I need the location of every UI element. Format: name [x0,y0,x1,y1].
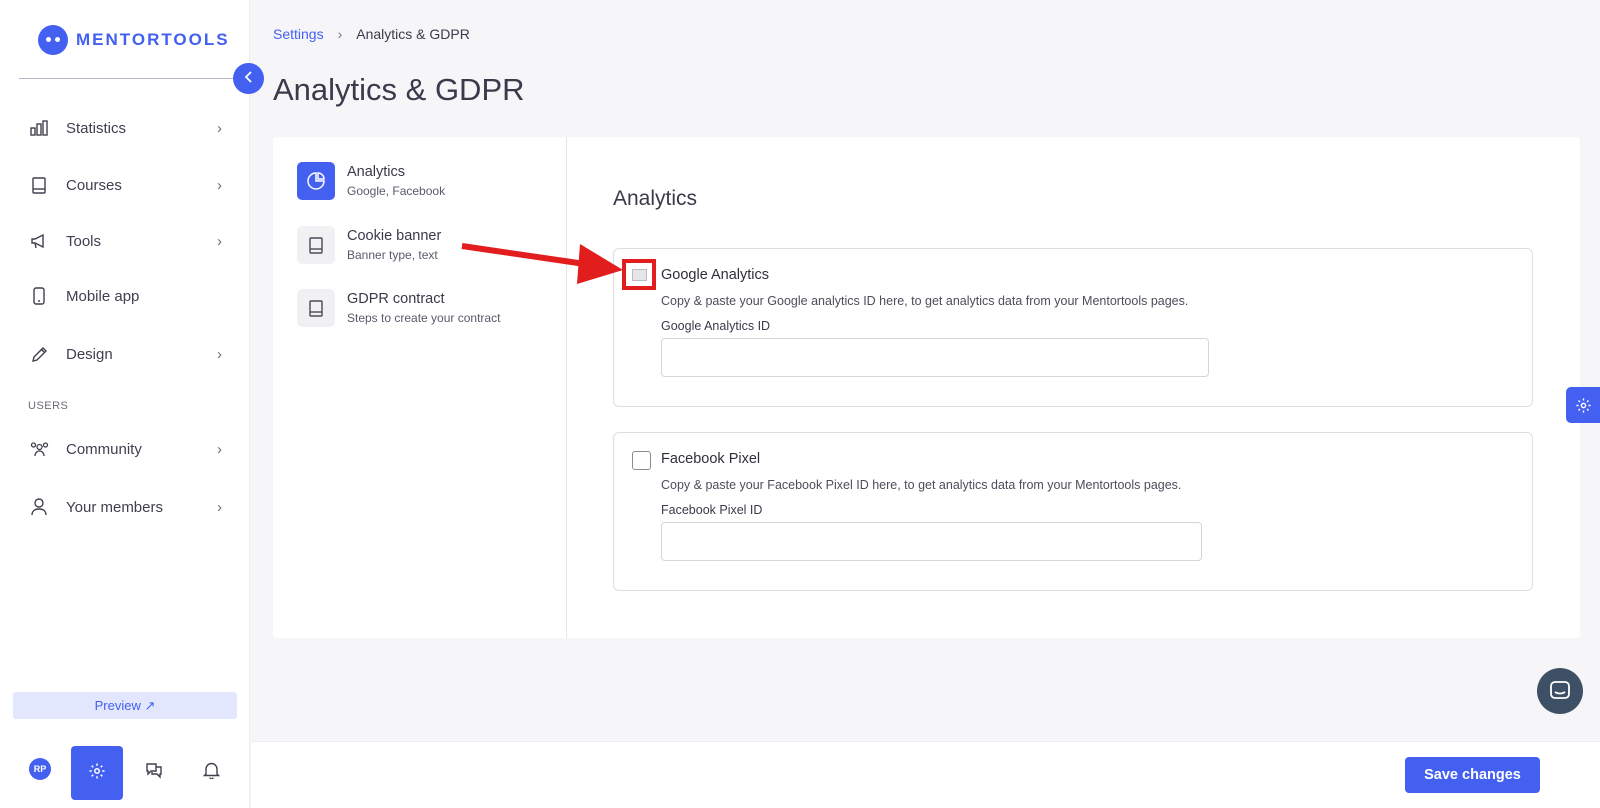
sidebar-item-mobile-app[interactable]: Mobile app [28,278,222,314]
gear-icon [88,762,106,785]
section-title: Analytics [613,187,698,210]
sidebar-item-community[interactable]: Community › [28,431,222,467]
avatar[interactable]: RP [29,758,51,780]
bell-icon [202,762,220,779]
floating-settings-button[interactable] [1566,387,1600,423]
settings-subnav: Analytics Google, Facebook Cookie banner… [273,137,567,638]
book-icon [297,289,335,327]
pencil-icon [28,343,50,365]
logo[interactable]: MENTORTOOLS [38,25,230,55]
facebook-pixel-desc: Copy & paste your Facebook Pixel ID here… [661,478,1182,492]
google-analytics-id-label: Google Analytics ID [661,319,771,333]
user-icon [28,496,50,518]
sidebar-item-label: Design [66,345,113,363]
notifications-button[interactable] [201,760,221,780]
mobile-icon [28,285,50,307]
chevron-right-icon: › [217,345,222,363]
sidebar-item-label: Tools [66,232,102,250]
support-chat-button[interactable] [1537,668,1583,714]
chevron-right-icon: › [217,176,222,194]
google-analytics-desc: Copy & paste your Google analytics ID he… [661,294,1189,308]
breadcrumb-current: Analytics & GDPR [356,26,470,42]
chevron-right-icon: › [217,498,222,516]
sidebar-item-label: Your members [66,498,163,516]
subnav-desc: Google, Facebook [347,184,446,198]
breadcrumb-settings-link[interactable]: Settings [273,26,324,42]
facebook-pixel-checkbox[interactable] [632,451,651,470]
logo-text: MENTORTOOLS [76,30,230,49]
sidebar-item-label: Courses [66,176,122,194]
book-icon [297,226,335,264]
sidebar: MENTORTOOLS Statistics › Courses › Tools… [0,0,250,808]
footer-bar [251,741,1600,808]
settings-button[interactable] [71,746,123,800]
preview-button[interactable]: Preview ↗ [13,692,237,719]
breadcrumb: Settings › Analytics & GDPR [273,26,470,42]
settings-card: Analytics Google, Facebook Cookie banner… [273,137,1580,638]
sidebar-divider [19,78,233,79]
google-analytics-checkbox[interactable] [632,269,647,281]
save-changes-button[interactable]: Save changes [1405,757,1540,793]
sidebar-bottom-bar: RP [0,746,250,802]
subnav-item-analytics[interactable]: Analytics Google, Facebook [297,162,445,200]
sidebar-section-users: USERS [28,400,69,412]
facebook-pixel-panel: Facebook Pixel Copy & paste your Faceboo… [613,432,1533,591]
gear-icon [1575,397,1591,413]
chevron-right-icon: › [217,440,222,458]
page-title: Analytics & GDPR [273,72,525,107]
bar-chart-icon [28,117,50,139]
subnav-title: Analytics [347,164,406,180]
chevron-right-icon: › [217,119,222,137]
annotation-highlight-box [622,259,656,290]
collapse-sidebar-button[interactable] [233,63,264,94]
chevron-right-icon: › [217,232,222,250]
subnav-desc: Steps to create your contract [347,311,501,325]
book-icon [28,174,50,196]
sidebar-item-tools[interactable]: Tools › [28,223,222,259]
messages-button[interactable] [144,760,164,780]
facebook-pixel-id-input[interactable] [661,522,1202,561]
annotation-arrow [461,243,623,284]
megaphone-icon [28,230,50,252]
subnav-item-cookie-banner[interactable]: Cookie banner Banner type, text [297,226,441,264]
google-analytics-panel: Google Analytics Copy & paste your Googl… [613,248,1533,407]
sidebar-item-courses[interactable]: Courses › [28,167,222,203]
logo-robot-icon [38,25,68,55]
sidebar-item-label: Statistics [66,119,127,137]
sidebar-item-label: Mobile app [66,287,140,305]
subnav-desc: Banner type, text [347,248,438,262]
subnav-item-gdpr-contract[interactable]: GDPR contract Steps to create your contr… [297,289,500,327]
subnav-title: GDPR contract [347,291,445,307]
chevron-right-icon: › [337,26,343,42]
google-analytics-title: Google Analytics [661,267,770,283]
chevron-left-icon [244,70,254,88]
people-icon [28,438,50,460]
chat-bubble-icon [1550,681,1570,699]
sidebar-item-statistics[interactable]: Statistics › [28,110,222,146]
sidebar-item-design[interactable]: Design › [28,336,222,372]
google-analytics-id-input[interactable] [661,338,1209,377]
subnav-title: Cookie banner [347,228,442,244]
pie-chart-icon [297,162,335,200]
chat-icon [146,763,162,779]
sidebar-item-label: Community [66,440,142,458]
facebook-pixel-id-label: Facebook Pixel ID [661,503,763,517]
facebook-pixel-title: Facebook Pixel [661,451,761,467]
sidebar-item-your-members[interactable]: Your members › [28,489,222,525]
